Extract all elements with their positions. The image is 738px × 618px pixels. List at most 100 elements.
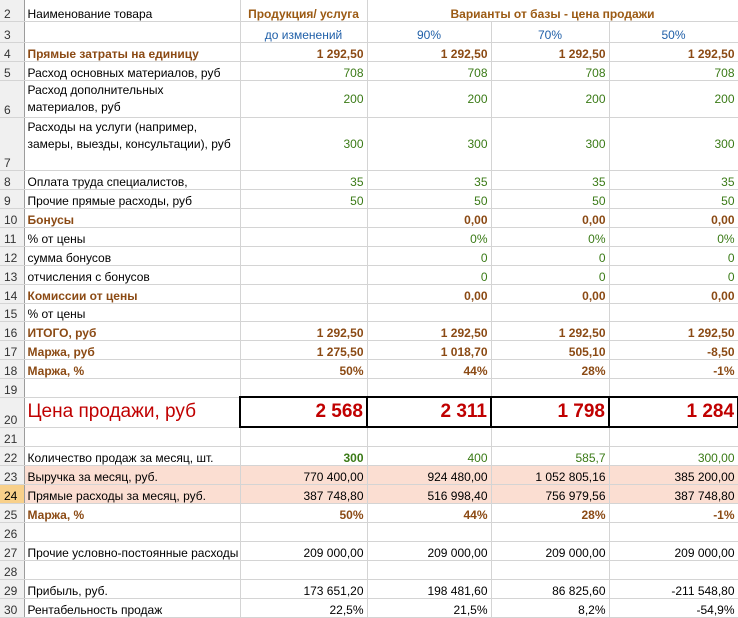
- other-direct-v2[interactable]: 50: [491, 189, 610, 209]
- extra-materials-v2[interactable]: 200: [491, 80, 610, 118]
- extra-materials-v3[interactable]: 200: [609, 80, 738, 118]
- cell[interactable]: [367, 303, 492, 322]
- bonuses-label[interactable]: Бонусы: [24, 208, 241, 228]
- bonus-sum-v2[interactable]: 0: [491, 246, 610, 266]
- cell[interactable]: [24, 21, 241, 43]
- margin-pct2-v1[interactable]: 44%: [367, 503, 492, 523]
- cell[interactable]: [609, 427, 738, 447]
- commissions-label[interactable]: Комиссии от цены: [24, 284, 241, 304]
- direct-month-v1[interactable]: 516 998,40: [367, 484, 492, 504]
- services-v2[interactable]: 300: [491, 117, 610, 171]
- bonuses-v3[interactable]: 0,00: [609, 208, 738, 228]
- direct-costs-base[interactable]: 1 292,50: [240, 42, 368, 62]
- base-header-cell[interactable]: до изменений: [240, 21, 368, 43]
- profitability-label[interactable]: Рентабельность продаж: [24, 598, 241, 618]
- cell[interactable]: [609, 522, 738, 542]
- row-header[interactable]: 15: [0, 303, 25, 322]
- labor-label[interactable]: Оплата труда специалистов,: [24, 170, 241, 190]
- fixed-costs-base[interactable]: 209 000,00: [240, 541, 368, 561]
- revenue-v3[interactable]: 385 200,00: [609, 465, 738, 485]
- direct-costs-v3[interactable]: 1 292,50: [609, 42, 738, 62]
- cell[interactable]: [491, 522, 610, 542]
- cell[interactable]: [240, 265, 368, 285]
- bonus-deductions-v3[interactable]: 0: [609, 265, 738, 285]
- total-v2[interactable]: 1 292,50: [491, 321, 610, 341]
- cell[interactable]: [24, 560, 241, 580]
- direct-costs-v2[interactable]: 1 292,50: [491, 42, 610, 62]
- row-header-selected[interactable]: 24: [0, 484, 25, 504]
- row-header[interactable]: 27: [0, 541, 25, 561]
- cell[interactable]: [609, 378, 738, 398]
- pct-price-v1[interactable]: 0%: [367, 227, 492, 247]
- profit-v2[interactable]: 86 825,60: [491, 579, 610, 599]
- bonus-sum-label[interactable]: сумма бонусов: [24, 246, 241, 266]
- row-header[interactable]: 16: [0, 321, 25, 341]
- cell[interactable]: [240, 560, 368, 580]
- profit-v3[interactable]: -211 548,80: [609, 579, 738, 599]
- cell[interactable]: [367, 427, 492, 447]
- sales-qty-v2[interactable]: 585,7: [491, 446, 610, 466]
- revenue-label[interactable]: Выручка за месяц, руб.: [24, 465, 241, 485]
- variant-70-header-cell[interactable]: 70%: [491, 21, 610, 43]
- extra-materials-v1[interactable]: 200: [367, 80, 492, 118]
- product-header-cell[interactable]: Продукция/ услуга: [240, 0, 368, 22]
- profitability-v1[interactable]: 21,5%: [367, 598, 492, 618]
- row-header[interactable]: 17: [0, 340, 25, 360]
- fixed-costs-v3[interactable]: 209 000,00: [609, 541, 738, 561]
- cell[interactable]: [240, 427, 368, 447]
- cell[interactable]: [24, 522, 241, 542]
- row-header[interactable]: 6: [0, 80, 25, 118]
- other-direct-v1[interactable]: 50: [367, 189, 492, 209]
- margin-pct2-v3[interactable]: -1%: [609, 503, 738, 523]
- price-label[interactable]: Цена продажи, руб: [24, 397, 241, 428]
- bonus-sum-v1[interactable]: 0: [367, 246, 492, 266]
- margin-rub-v2[interactable]: 505,10: [491, 340, 610, 360]
- name-header-cell[interactable]: Наименование товара: [24, 0, 241, 22]
- row-header[interactable]: 25: [0, 503, 25, 523]
- row-header[interactable]: 7: [0, 117, 25, 171]
- other-direct-label[interactable]: Прочие прямые расходы, руб: [24, 189, 241, 209]
- profit-label[interactable]: Прибыль, руб.: [24, 579, 241, 599]
- price-v1[interactable]: 2 311: [366, 396, 492, 428]
- pct-price-v3[interactable]: 0%: [609, 227, 738, 247]
- row-header[interactable]: 20: [0, 397, 25, 428]
- services-label[interactable]: Расходы на услуги (например, замеры, вые…: [24, 117, 241, 171]
- margin-pct-base[interactable]: 50%: [240, 359, 368, 379]
- pct-price-label[interactable]: % от цены: [24, 227, 241, 247]
- row-header[interactable]: 22: [0, 446, 25, 466]
- profit-v1[interactable]: 198 481,60: [367, 579, 492, 599]
- margin-pct-v1[interactable]: 44%: [367, 359, 492, 379]
- cell[interactable]: [367, 560, 492, 580]
- pct-price2-label[interactable]: % от цены: [24, 303, 241, 322]
- commissions-v2[interactable]: 0,00: [491, 284, 610, 304]
- margin-pct2-base[interactable]: 50%: [240, 503, 368, 523]
- commissions-v3[interactable]: 0,00: [609, 284, 738, 304]
- margin-rub-label[interactable]: Маржа, руб: [24, 340, 241, 360]
- profitability-v2[interactable]: 8,2%: [491, 598, 610, 618]
- fixed-costs-v2[interactable]: 209 000,00: [491, 541, 610, 561]
- cell[interactable]: [240, 378, 368, 398]
- variant-50-header-cell[interactable]: 50%: [609, 21, 738, 43]
- cell[interactable]: [491, 378, 610, 398]
- main-materials-v2[interactable]: 708: [491, 61, 610, 81]
- price-v3[interactable]: 1 284: [607, 396, 738, 428]
- other-direct-v3[interactable]: 50: [609, 189, 738, 209]
- fixed-costs-v1[interactable]: 209 000,00: [367, 541, 492, 561]
- main-materials-base[interactable]: 708: [240, 61, 368, 81]
- main-materials-v1[interactable]: 708: [367, 61, 492, 81]
- row-header[interactable]: 23: [0, 465, 25, 485]
- bonuses-v1[interactable]: 0,00: [367, 208, 492, 228]
- cell[interactable]: [240, 284, 368, 304]
- variants-header-cell[interactable]: Варианты от базы - цена продажи: [367, 0, 738, 22]
- profit-base[interactable]: 173 651,20: [240, 579, 368, 599]
- services-base[interactable]: 300: [240, 117, 368, 171]
- cell[interactable]: [240, 522, 368, 542]
- row-header[interactable]: 18: [0, 359, 25, 379]
- profitability-base[interactable]: 22,5%: [240, 598, 368, 618]
- row-header[interactable]: 28: [0, 560, 25, 580]
- sales-qty-base[interactable]: 300: [240, 446, 368, 466]
- price-v2[interactable]: 1 798: [490, 396, 610, 428]
- total-label[interactable]: ИТОГО, руб: [24, 321, 241, 341]
- bonus-deductions-v2[interactable]: 0: [491, 265, 610, 285]
- bonus-deductions-v1[interactable]: 0: [367, 265, 492, 285]
